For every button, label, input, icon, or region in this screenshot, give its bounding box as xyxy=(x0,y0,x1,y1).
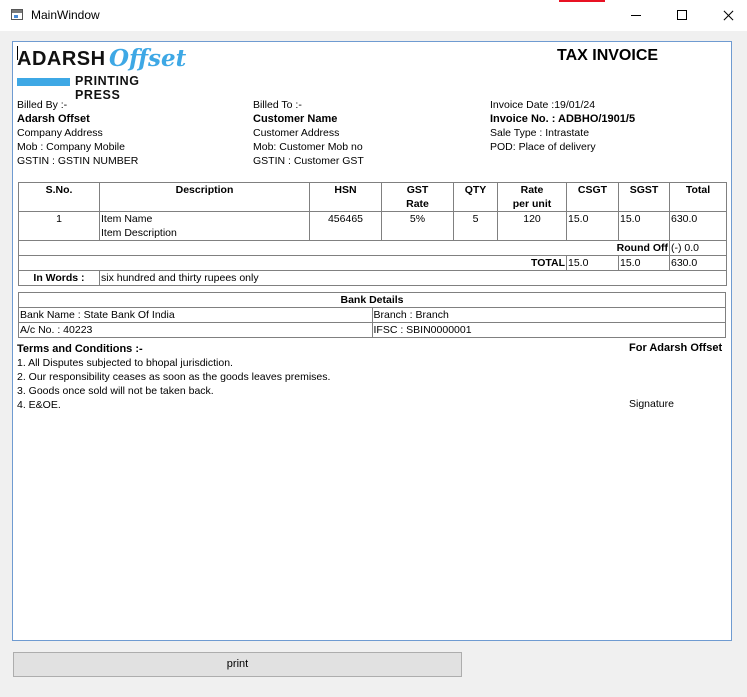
header-gst-rate-line1: GST xyxy=(406,184,429,196)
title-bar: MainWindow xyxy=(0,0,747,31)
invoice-text-area[interactable]: ADARSH Offset PRINTING PRESS TAX INVOICE… xyxy=(12,41,732,641)
cell-qty: 5 xyxy=(453,211,498,241)
logo-offset-text: Offset xyxy=(109,45,187,72)
company-logo: ADARSH Offset PRINTING PRESS xyxy=(17,45,187,102)
total-value: 630.0 xyxy=(669,255,727,271)
table-header-row: S.No. Description HSN GST Rate QTY Rate pe… xyxy=(18,182,727,212)
billed-to-gstin: GSTIN : Customer GST xyxy=(253,155,364,167)
bank-ifsc: IFSC : SBIN0000001 xyxy=(371,322,726,338)
items-table: S.No. Description HSN GST Rate QTY Rate pe… xyxy=(18,182,727,286)
bank-details-table: Bank Details Bank Name : State Bank Of I… xyxy=(18,292,726,338)
place-of-delivery: POD: Place of delivery xyxy=(490,141,596,153)
invoice-details-block: Invoice Date :19/01/24 Invoice No. : ADB… xyxy=(490,98,635,154)
close-icon[interactable] xyxy=(705,0,747,31)
header-gst-rate: GST Rate xyxy=(381,182,454,212)
header-rate: Rate per unit xyxy=(497,182,567,212)
cell-sno: 1 xyxy=(18,211,100,241)
billed-by-label: Billed By :- xyxy=(17,99,68,111)
billed-to-name: Customer Name xyxy=(253,113,338,125)
header-sgst: SGST xyxy=(618,182,670,212)
billed-to-block: Billed To :- Customer Name Customer Addr… xyxy=(253,98,364,168)
terms-item: 1. All Disputes subjected to bhopal juri… xyxy=(17,357,233,369)
round-off-value: (-) 0.0 xyxy=(669,240,727,256)
cell-gst-rate: 5% xyxy=(381,211,454,241)
window-title: MainWindow xyxy=(31,8,100,22)
invoice-title: TAX INVOICE xyxy=(557,47,659,64)
header-gst-rate-line2: Rate xyxy=(406,198,429,210)
in-words-label: In Words : xyxy=(18,270,100,286)
titlebar-accent xyxy=(559,0,605,2)
bank-title-row: Bank Details xyxy=(18,292,726,308)
header-hsn: HSN xyxy=(309,182,382,212)
invoice-date: Invoice Date :19/01/24 xyxy=(490,99,596,111)
round-off-row: Round Off (-) 0.0 xyxy=(18,240,727,256)
cell-total: 630.0 xyxy=(669,211,727,241)
bank-name: Bank Name : State Bank Of India xyxy=(18,307,373,323)
billed-by-mob: Mob : Company Mobile xyxy=(17,141,125,153)
total-label: TOTAL xyxy=(18,255,567,271)
header-csgt: CSGT xyxy=(566,182,619,212)
item-description: Item Description xyxy=(101,227,177,239)
billed-to-mob: Mob: Customer Mob no xyxy=(253,141,363,153)
header-rate-line1: Rate xyxy=(520,184,544,196)
billed-by-gstin: GSTIN : GSTIN NUMBER xyxy=(17,155,139,167)
minimize-icon[interactable] xyxy=(613,0,659,31)
terms-item: 2. Our responsibility ceases as soon as … xyxy=(17,371,331,383)
terms-item: 3. Goods once sold will not be taken bac… xyxy=(17,385,214,397)
signature-label: Signature xyxy=(629,398,674,410)
bank-row: Bank Name : State Bank Of India Branch :… xyxy=(18,307,726,323)
cell-description: Item Name Item Description xyxy=(99,211,310,241)
cell-sgst: 15.0 xyxy=(618,211,670,241)
print-button[interactable]: print xyxy=(13,652,462,677)
total-row: TOTAL 15.0 15.0 630.0 xyxy=(18,255,727,271)
header-total: Total xyxy=(669,182,727,212)
bank-account: A/c No. : 40223 xyxy=(18,322,373,338)
cell-rate: 120 xyxy=(497,211,567,241)
bank-row: A/c No. : 40223 IFSC : SBIN0000001 xyxy=(18,322,726,338)
bank-details-title: Bank Details xyxy=(18,292,726,308)
maximize-icon[interactable] xyxy=(659,0,705,31)
header-rate-line2: per unit xyxy=(512,198,552,210)
logo-bar xyxy=(17,78,70,86)
for-company-label: For Adarsh Offset xyxy=(629,342,723,354)
total-csgt: 15.0 xyxy=(566,255,619,271)
sale-type: Sale Type : Intrastate xyxy=(490,127,590,139)
in-words-value: six hundred and thirty rupees only xyxy=(99,270,727,286)
item-name: Item Name xyxy=(101,213,153,225)
billed-by-address: Company Address xyxy=(17,127,103,139)
header-description: Description xyxy=(99,182,310,212)
table-row: 1 Item Name Item Description 456465 5% 5 … xyxy=(18,211,727,241)
bank-branch: Branch : Branch xyxy=(371,307,726,323)
header-sno: S.No. xyxy=(18,182,100,212)
terms-item: 4. E&OE. xyxy=(17,399,61,411)
total-sgst: 15.0 xyxy=(618,255,670,271)
billed-to-label: Billed To :- xyxy=(253,99,302,111)
logo-adarsh-text: ADARSH xyxy=(17,48,106,70)
billed-by-name: Adarsh Offset xyxy=(17,113,90,125)
terms-heading: Terms and Conditions :- xyxy=(17,343,143,355)
in-words-row: In Words : six hundred and thirty rupees… xyxy=(18,270,727,286)
cell-csgt: 15.0 xyxy=(566,211,619,241)
round-off-label: Round Off xyxy=(18,240,670,256)
header-qty: QTY xyxy=(453,182,498,212)
cell-hsn: 456465 xyxy=(309,211,382,241)
terms-block: Terms and Conditions :- 1. All Disputes … xyxy=(17,342,330,412)
billed-to-address: Customer Address xyxy=(253,127,340,139)
billed-by-block: Billed By :- Adarsh Offset Company Addre… xyxy=(17,98,138,168)
app-window-icon xyxy=(11,9,23,20)
invoice-number: Invoice No. : ADBHO/1901/5 xyxy=(490,113,636,125)
